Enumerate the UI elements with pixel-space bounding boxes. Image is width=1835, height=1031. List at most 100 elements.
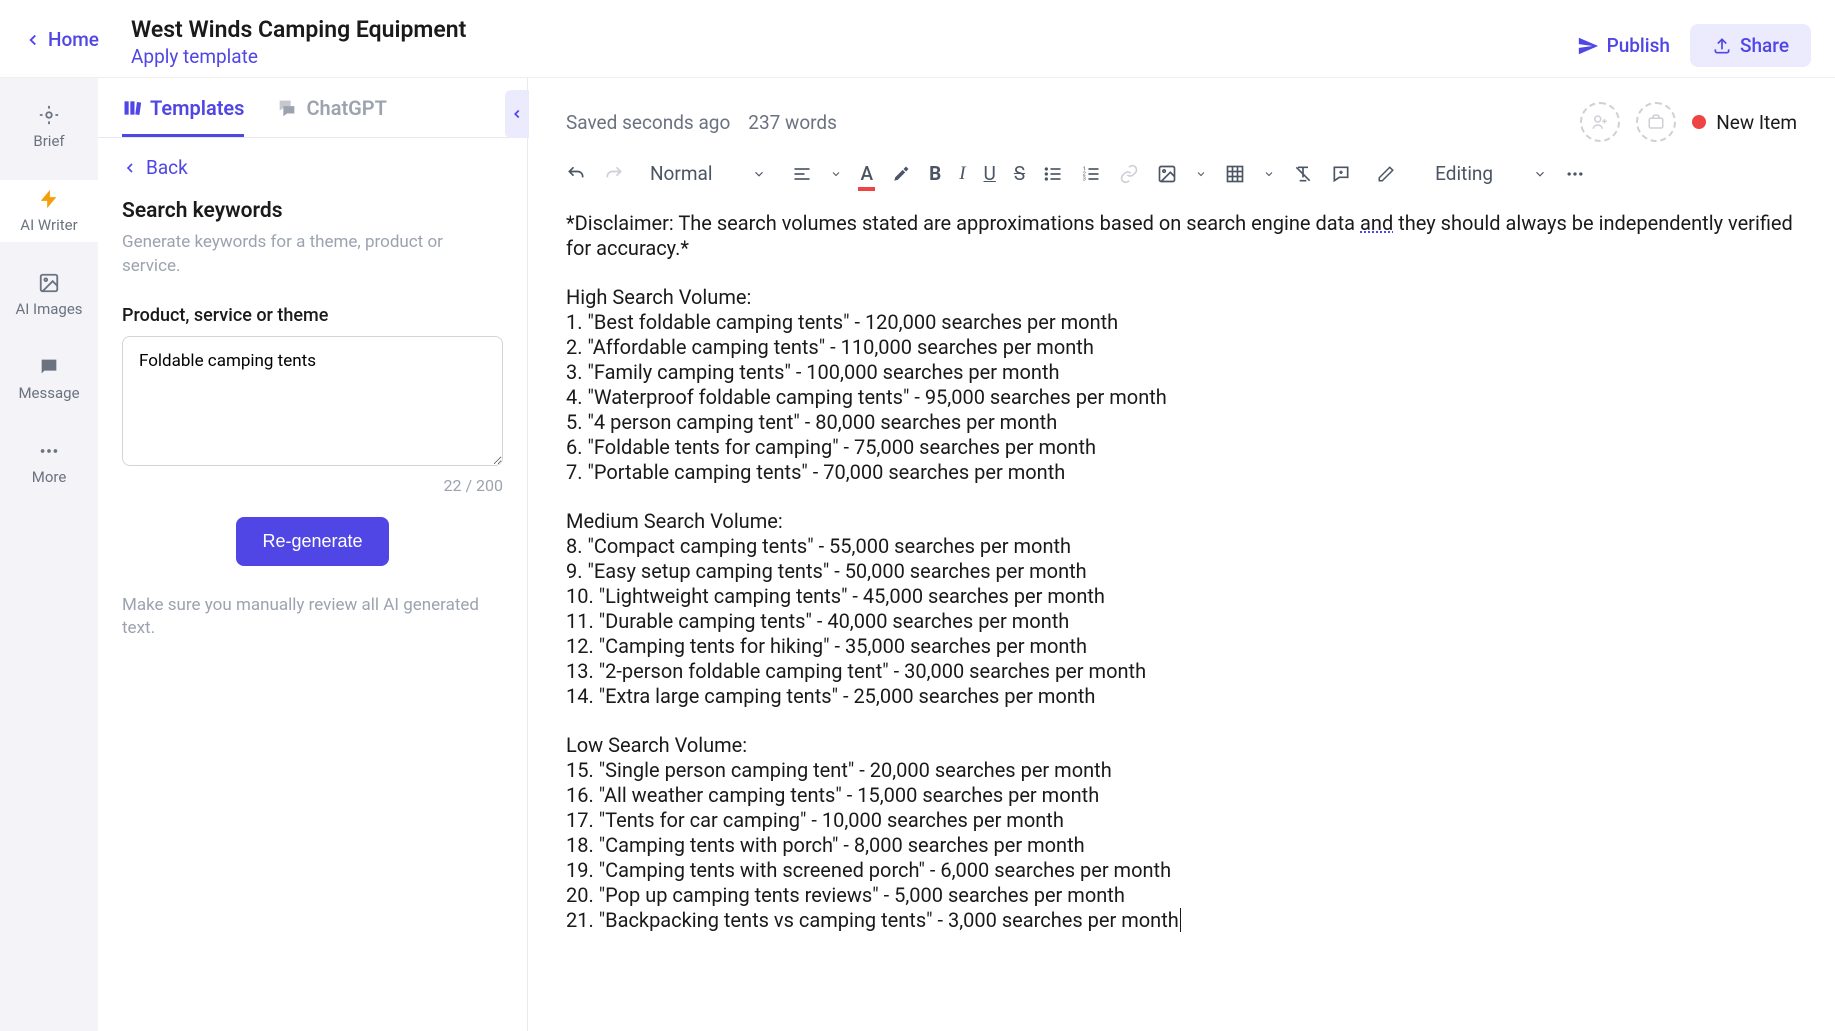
highlighter-icon [891, 164, 911, 184]
underline-button[interactable]: U [984, 162, 996, 185]
chevron-down-icon[interactable] [1195, 168, 1207, 180]
rail-item-ai-writer[interactable]: AI Writer [0, 180, 98, 242]
keyword-line: 11. "Durable camping tents" - 40,000 sea… [566, 609, 1797, 634]
keyword-line: 6. "Foldable tents for camping" - 75,000… [566, 435, 1797, 460]
rail-item-more[interactable]: More [0, 432, 98, 494]
rail-item-message[interactable]: Message [0, 348, 98, 410]
chevron-left-icon [122, 160, 138, 176]
keyword-line: 1. "Best foldable camping tents" - 120,0… [566, 310, 1797, 335]
bullet-list-button[interactable] [1043, 164, 1063, 184]
more-icon [1565, 164, 1585, 184]
table-icon [1225, 164, 1245, 184]
publish-button[interactable]: Publish [1577, 34, 1670, 57]
add-collaborator-button[interactable] [1580, 102, 1620, 142]
section-title: High Search Volume: [566, 285, 1797, 310]
char-count: 22 / 200 [122, 476, 503, 495]
theme-input[interactable] [122, 336, 503, 466]
image-icon [1157, 164, 1177, 184]
send-icon [1577, 35, 1599, 57]
chat-bubbles-icon [276, 97, 298, 119]
rail-label: Message [18, 384, 79, 402]
upload-icon [1712, 36, 1732, 56]
keyword-line: 19. "Camping tents with screened porch" … [566, 858, 1797, 883]
regenerate-button[interactable]: Re-generate [236, 517, 388, 566]
share-button[interactable]: Share [1690, 24, 1811, 67]
comment-icon [1331, 164, 1351, 184]
bold-button[interactable]: B [929, 162, 941, 185]
editor-content[interactable]: *Disclaimer: The search volumes stated a… [528, 201, 1835, 997]
briefcase-icon [1647, 113, 1665, 131]
save-status: Saved seconds ago [566, 111, 730, 134]
redo-icon [604, 164, 624, 184]
keyword-line: 5. "4 person camping tent" - 80,000 sear… [566, 410, 1797, 435]
numbered-list-button[interactable]: 123 [1081, 164, 1101, 184]
keyword-line: 2. "Affordable camping tents" - 110,000 … [566, 335, 1797, 360]
field-label: Product, service or theme [122, 305, 503, 326]
set-date-button[interactable] [1636, 102, 1676, 142]
rail-label: Brief [33, 132, 64, 150]
undo-icon [566, 164, 586, 184]
keyword-line: 8. "Compact camping tents" - 55,000 sear… [566, 534, 1797, 559]
strike-button[interactable]: S [1014, 162, 1025, 185]
home-link[interactable]: Home [24, 28, 99, 51]
panel-subtitle: Generate keywords for a theme, product o… [122, 231, 503, 279]
books-icon [122, 98, 142, 118]
editor: Saved seconds ago 237 words New Item [528, 78, 1835, 1031]
image-button[interactable] [1157, 164, 1177, 184]
header: Home West Winds Camping Equipment Apply … [0, 0, 1835, 78]
new-item-status[interactable]: New Item [1692, 111, 1797, 134]
section-title: Low Search Volume: [566, 733, 1797, 758]
tab-label: Templates [150, 96, 244, 120]
tab-templates[interactable]: Templates [122, 96, 244, 137]
templates-panel: Templates ChatGPT Back Search keywords G… [98, 78, 528, 1031]
tab-chatgpt[interactable]: ChatGPT [276, 96, 386, 137]
back-link[interactable]: Back [122, 156, 503, 179]
keyword-line: 16. "All weather camping tents" - 15,000… [566, 783, 1797, 808]
bullet-list-icon [1043, 164, 1063, 184]
spellcheck-word[interactable]: and [1360, 211, 1393, 235]
tab-label: ChatGPT [306, 96, 386, 120]
apply-template-link[interactable]: Apply template [131, 45, 1577, 68]
comment-button[interactable] [1331, 164, 1351, 184]
text-color-button[interactable]: A [860, 162, 873, 185]
word-count: 237 words [748, 111, 837, 134]
highlight-button[interactable] [891, 164, 911, 184]
keyword-line: 7. "Portable camping tents" - 70,000 sea… [566, 460, 1797, 485]
rail-label: AI Images [15, 300, 82, 318]
link-button[interactable] [1119, 164, 1139, 184]
more-tools-button[interactable] [1565, 164, 1585, 184]
chevron-down-icon[interactable] [1263, 168, 1275, 180]
keyword-line: 17. "Tents for car camping" - 10,000 sea… [566, 808, 1797, 833]
editing-mode-select[interactable]: Editing [1377, 162, 1547, 185]
image-icon [38, 272, 60, 294]
align-button[interactable] [792, 164, 812, 184]
undo-button[interactable] [566, 164, 586, 184]
target-icon [38, 104, 60, 126]
rail-item-ai-images[interactable]: AI Images [0, 264, 98, 326]
clear-format-button[interactable] [1293, 164, 1313, 184]
text-style-select[interactable]: Normal [642, 162, 774, 185]
redo-button[interactable] [604, 164, 624, 184]
rail-item-brief[interactable]: Brief [0, 96, 98, 158]
chevron-down-icon [1533, 167, 1547, 181]
rail-label: AI Writer [20, 216, 77, 234]
chevron-down-icon [752, 167, 766, 181]
user-plus-icon [1591, 113, 1609, 131]
chat-icon [38, 356, 60, 378]
chevron-down-icon[interactable] [830, 168, 842, 180]
left-rail: Brief AI Writer AI Images Message More [0, 78, 98, 1031]
keyword-line: 14. "Extra large camping tents" - 25,000… [566, 684, 1797, 709]
section-title: Medium Search Volume: [566, 509, 1797, 534]
align-left-icon [792, 164, 812, 184]
table-button[interactable] [1225, 164, 1245, 184]
chevron-left-icon [510, 107, 524, 121]
numbered-list-icon: 123 [1081, 164, 1101, 184]
keyword-line: 9. "Easy setup camping tents" - 50,000 s… [566, 559, 1797, 584]
text: *Disclaimer: The search volumes stated a… [566, 211, 1360, 235]
text-color-icon: A [860, 162, 873, 185]
keyword-line: 3. "Family camping tents" - 100,000 sear… [566, 360, 1797, 385]
italic-button[interactable]: I [959, 163, 965, 185]
collapse-panel-button[interactable] [505, 90, 529, 138]
status-label: New Item [1716, 111, 1797, 134]
svg-text:3: 3 [1083, 176, 1086, 182]
